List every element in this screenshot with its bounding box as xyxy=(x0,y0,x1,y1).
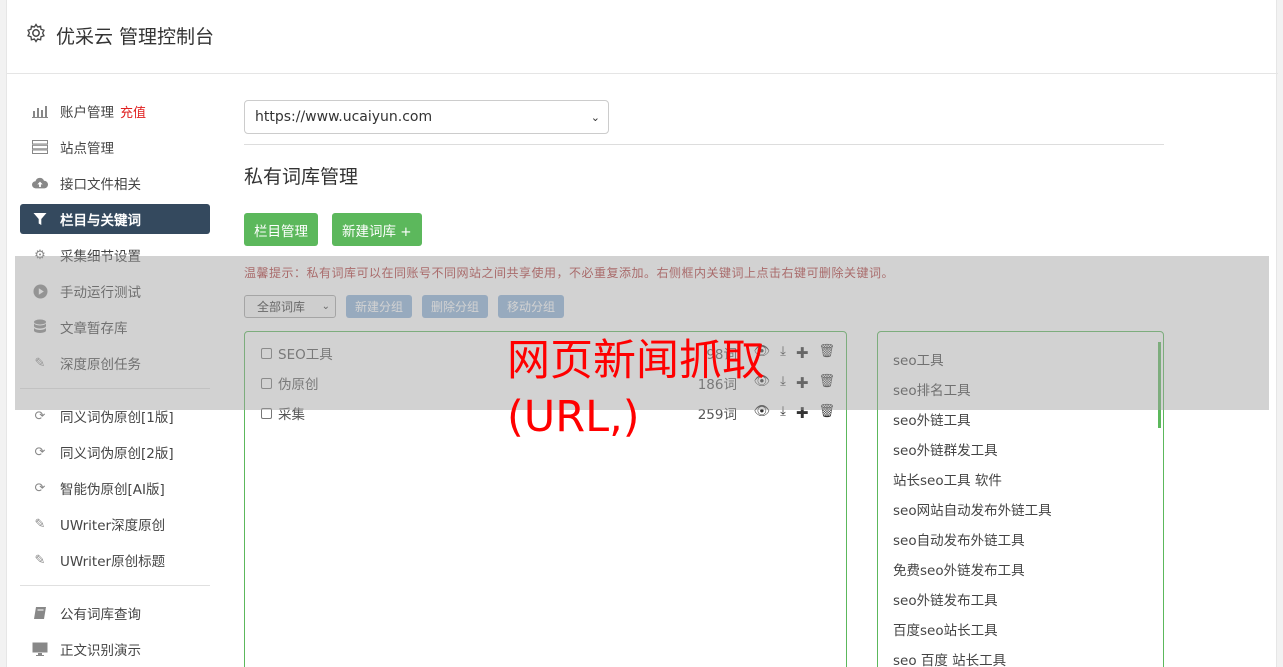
sidebar-item-label: UWriter深度原创 xyxy=(60,518,166,534)
refresh-icon: ⟳ xyxy=(34,444,46,460)
keyword-item[interactable]: seo自动发布外链工具 xyxy=(893,524,1163,554)
edit-icon: ✎ xyxy=(34,552,46,568)
site-select-value: https://www.ucaiyun.com xyxy=(255,109,433,125)
book-icon xyxy=(32,605,48,621)
sidebar-item-ai-rewrite[interactable]: ⟳ 智能伪原创[AI版] xyxy=(20,473,210,503)
keyword-item[interactable]: 站长seo工具 软件 xyxy=(893,464,1163,494)
refresh-icon: ⟳ xyxy=(34,480,46,496)
sidebar-item-sites[interactable]: 站点管理 xyxy=(20,132,210,162)
sidebar-item-account[interactable]: 账户管理 充值 xyxy=(20,96,210,126)
sidebar-item-label: 站点管理 xyxy=(60,141,114,157)
category-manage-button[interactable]: 栏目管理 xyxy=(244,213,318,246)
sidebar-item-columns-keywords[interactable]: 栏目与关键词 xyxy=(20,204,210,234)
keyword-item[interactable]: seo 百度 站长工具 xyxy=(893,644,1163,667)
server-icon xyxy=(32,139,48,155)
recharge-link[interactable]: 充值 xyxy=(120,102,146,121)
sidebar-item-label: 接口文件相关 xyxy=(60,177,141,193)
sidebar-item-label: 正文识别演示 xyxy=(60,643,141,659)
new-library-button[interactable]: 新建词库 + xyxy=(332,213,422,246)
keyword-item[interactable]: seo外链发布工具 xyxy=(893,584,1163,614)
chevron-down-icon: ⌄ xyxy=(590,110,600,124)
keyword-item[interactable]: 免费seo外链发布工具 xyxy=(893,554,1163,584)
sidebar-item-label: 同义词伪原创[2版] xyxy=(60,446,174,462)
sidebar-item-synonym-v2[interactable]: ⟳ 同义词伪原创[2版] xyxy=(20,437,210,467)
header: 优采云 管理控制台 xyxy=(7,0,1278,74)
site-select[interactable]: https://www.ucaiyun.com ⌄ xyxy=(244,100,609,134)
keyword-item[interactable]: seo外链群发工具 xyxy=(893,434,1163,464)
keyword-item[interactable]: seo网站自动发布外链工具 xyxy=(893,494,1163,524)
sidebar-item-label: 智能伪原创[AI版] xyxy=(60,482,165,498)
keyword-item[interactable]: 百度seo站长工具 xyxy=(893,614,1163,644)
edit-icon: ✎ xyxy=(34,516,46,532)
app-title: 优采云 管理控制台 xyxy=(56,26,215,48)
filter-icon xyxy=(32,211,48,227)
sidebar-item-label: 栏目与关键词 xyxy=(60,213,141,229)
sidebar-item-uwriter-title[interactable]: ✎ UWriter原创标题 xyxy=(20,545,210,575)
bar-chart-icon xyxy=(32,103,48,119)
action-buttons: 栏目管理 新建词库 + xyxy=(244,213,1164,246)
divider xyxy=(244,144,1164,145)
monitor-icon xyxy=(32,641,48,657)
cloud-upload-icon xyxy=(32,175,48,191)
page-title: 私有词库管理 xyxy=(244,166,359,188)
refresh-icon: ⟳ xyxy=(34,408,46,424)
sidebar-item-text-recognition[interactable]: 正文识别演示 xyxy=(20,634,210,664)
sidebar-item-label: UWriter原创标题 xyxy=(60,554,166,570)
watermark-text: 网页新闻抓取(URL,) xyxy=(507,336,765,442)
sidebar-item-public-lib[interactable]: 公有词库查询 xyxy=(20,598,210,628)
sidebar-item-uwriter-deep[interactable]: ✎ UWriter深度原创 xyxy=(20,509,210,539)
gear-icon xyxy=(27,23,45,43)
sidebar-item-label: 公有词库查询 xyxy=(60,607,141,623)
sidebar-item-api-files[interactable]: 接口文件相关 xyxy=(20,168,210,198)
sidebar-item-label: 账户管理 xyxy=(60,105,114,121)
sidebar-divider xyxy=(20,585,210,586)
